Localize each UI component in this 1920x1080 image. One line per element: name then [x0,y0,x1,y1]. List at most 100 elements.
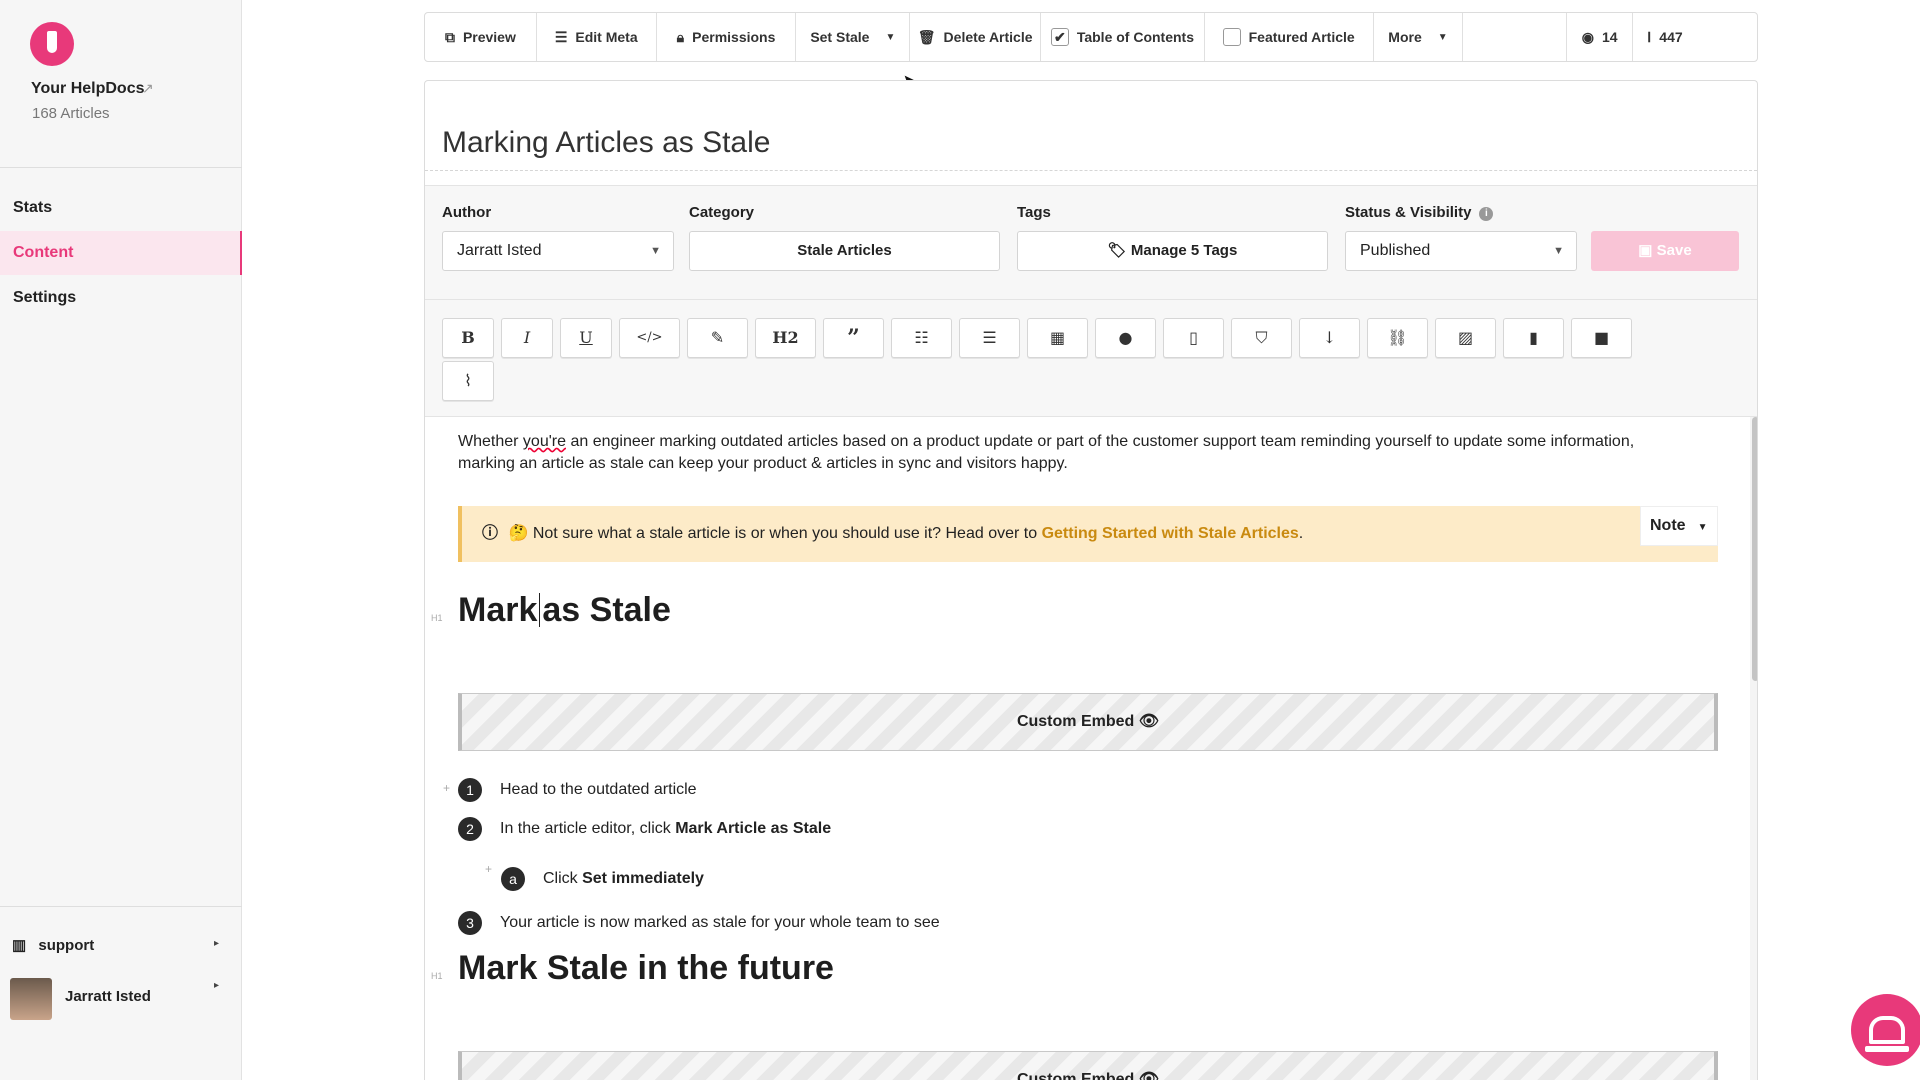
save-button[interactable]: ▣ Save [1591,231,1739,271]
format-toolbar: B I U </> ✎ H2 ” ☷ ☰ ▦ ● ▯ ⛉ ↓ ⛓ ▨ ▮ ■ ⌇ [425,300,1757,417]
scrollbar[interactable] [1752,417,1757,681]
table-of-contents-toggle[interactable]: ✔ Table of Contents [1041,13,1205,61]
list-item[interactable]: 2 In the article editor, click Mark Arti… [458,817,831,841]
list-item[interactable]: 1 Head to the outdated article [458,778,697,802]
article-title-input[interactable]: Marking Articles as Stale [442,126,770,160]
bold-icon[interactable]: B [442,318,494,358]
chevron-right-icon[interactable]: ▸ [214,980,219,991]
heading-tag: H1 [431,971,443,981]
workspace-switcher[interactable]: ▥ support [12,936,94,954]
status-label: Status & Visibility i [1345,204,1494,221]
word-counter: Ⅰ 447 [1647,28,1683,46]
ordered-list-icon[interactable]: ☷ [891,318,952,358]
status-select[interactable]: Published ▼ [1345,231,1577,271]
thinking-emoji: 🤔 [508,525,529,542]
views-counter: ◉ 14 [1567,13,1634,61]
save-icon: ▣ [1638,242,1653,259]
author-label: Author [442,204,492,221]
sidebar-item-stats[interactable]: Stats [0,186,242,230]
note-link[interactable]: Getting Started with Stale Articles [1042,525,1299,542]
italic-icon[interactable]: I [501,318,553,358]
html5-icon[interactable]: ⛉ [1231,318,1292,358]
add-block-icon[interactable]: + [485,862,492,876]
featured-checkbox[interactable] [1222,28,1241,46]
helpdocs-logo-icon[interactable] [30,22,74,66]
note-callout[interactable]: ⓘ 🤔 Not sure what a stale article is or … [458,506,1718,562]
note-type-select[interactable]: Note ▼ [1640,506,1718,546]
tag-icon: 🏷︎ [1107,242,1127,259]
caret-down-icon: ▼ [1697,522,1708,533]
help-chat-icon[interactable] [1851,994,1920,1066]
more-dropdown[interactable]: More ▼ [1374,13,1464,61]
sidebar-item-content[interactable]: Content [0,231,242,275]
heading-mark-as-stale[interactable]: Mark as Stale [458,591,671,630]
preview-button[interactable]: ⧉ Preview [425,13,537,61]
custom-embed-block[interactable]: Custom Embed 👁︎ [458,1051,1718,1080]
note-text: Not sure what a stale article is or when… [532,525,1038,542]
set-stale-dropdown[interactable]: Set Stale ▼ [796,13,911,61]
manage-tags-button[interactable]: 🏷︎ Manage 5 Tags [1017,231,1328,271]
list-item[interactable]: a Click Set immediately [501,867,704,891]
category-select[interactable]: Stale Articles [689,231,1000,271]
brand-name[interactable]: Your HelpDocs [31,80,145,98]
trash-icon: 🗑︎ [917,28,936,45]
caret-down-icon: ▼ [1553,245,1564,257]
heading-tag: H1 [431,613,443,623]
code-file-icon[interactable]: ▯ [1163,318,1224,358]
custom-embed-block[interactable]: Custom Embed 👁︎ [458,693,1718,751]
arrow-down-icon[interactable]: ↓ [1299,318,1360,358]
quote-icon[interactable]: ” [823,318,884,358]
caret-down-icon: ▼ [1437,31,1448,43]
list-item[interactable]: 3 Your article is now marked as stale fo… [458,911,940,935]
category-label: Category [689,204,755,221]
external-link-icon: ⧉ [444,28,455,45]
list-icon: ☰ [554,28,568,45]
building-icon: ▥ [12,937,27,954]
sidebar: Your HelpDocs ↗ 168 Articles Stats Conte… [0,0,242,1080]
bullet-list-icon[interactable]: ☰ [959,318,1020,358]
video-icon[interactable]: ■ [1571,318,1632,358]
toolbar-spacer [1463,13,1568,61]
article-body[interactable]: Whether you're an engineer marking outda… [431,431,1718,1080]
article-meta: Author Jarratt Isted ▼ Category Stale Art… [425,185,1757,300]
avatar[interactable] [10,978,52,1020]
file-icon[interactable]: ▮ [1503,318,1564,358]
paperclip-icon[interactable]: ⌇ [442,361,494,401]
text-cursor-icon: Ⅰ [1647,28,1652,45]
underline-icon[interactable]: U [560,318,612,358]
info-icon: ⓘ [482,525,499,542]
edit-meta-button[interactable]: ☰ Edit Meta [537,13,657,61]
caret-down-icon: ▼ [650,245,661,257]
brush-icon[interactable]: ✎ [687,318,748,358]
divider [425,170,1757,171]
user-name[interactable]: Jarratt Isted [65,988,151,1005]
add-block-icon[interactable]: + [443,781,450,795]
chevron-right-icon[interactable]: ▸ [214,938,219,949]
workspace-name: support [38,937,95,954]
divider [0,906,242,907]
external-link-icon[interactable]: ↗ [142,80,154,97]
author-select[interactable]: Jarratt Isted ▼ [442,231,674,271]
delete-article-button[interactable]: 🗑︎ Delete Article [910,13,1042,61]
featured-article-toggle[interactable]: Featured Article [1205,13,1374,61]
image-icon[interactable]: ▨ [1435,318,1496,358]
intro-paragraph[interactable]: Whether you're an engineer marking outda… [458,431,1718,475]
article-count: 168 Articles [32,105,110,122]
toc-checkbox[interactable]: ✔ [1050,28,1069,46]
permissions-button[interactable]: 🔒︎ Permissions [657,13,797,61]
link-icon[interactable]: ⛓ [1367,318,1428,358]
table-icon[interactable]: ▦ [1027,318,1088,358]
comment-icon[interactable]: ● [1095,318,1156,358]
eye-icon[interactable]: 👁︎ [1139,1071,1159,1080]
text-cursor [539,593,541,627]
caret-down-icon: ▼ [885,31,896,43]
code-icon[interactable]: </> [619,318,680,358]
eye-icon[interactable]: 👁︎ [1139,713,1159,730]
article-toolbar: ⧉ Preview ☰ Edit Meta 🔒︎ Permissions Set St… [424,12,1758,62]
heading-mark-stale-future[interactable]: Mark Stale in the future [458,949,834,988]
lock-icon: 🔒︎ [676,28,685,45]
info-icon[interactable]: i [1479,207,1494,221]
sidebar-item-settings[interactable]: Settings [0,276,242,320]
divider [0,167,242,168]
heading2-icon[interactable]: H2 [755,318,816,358]
